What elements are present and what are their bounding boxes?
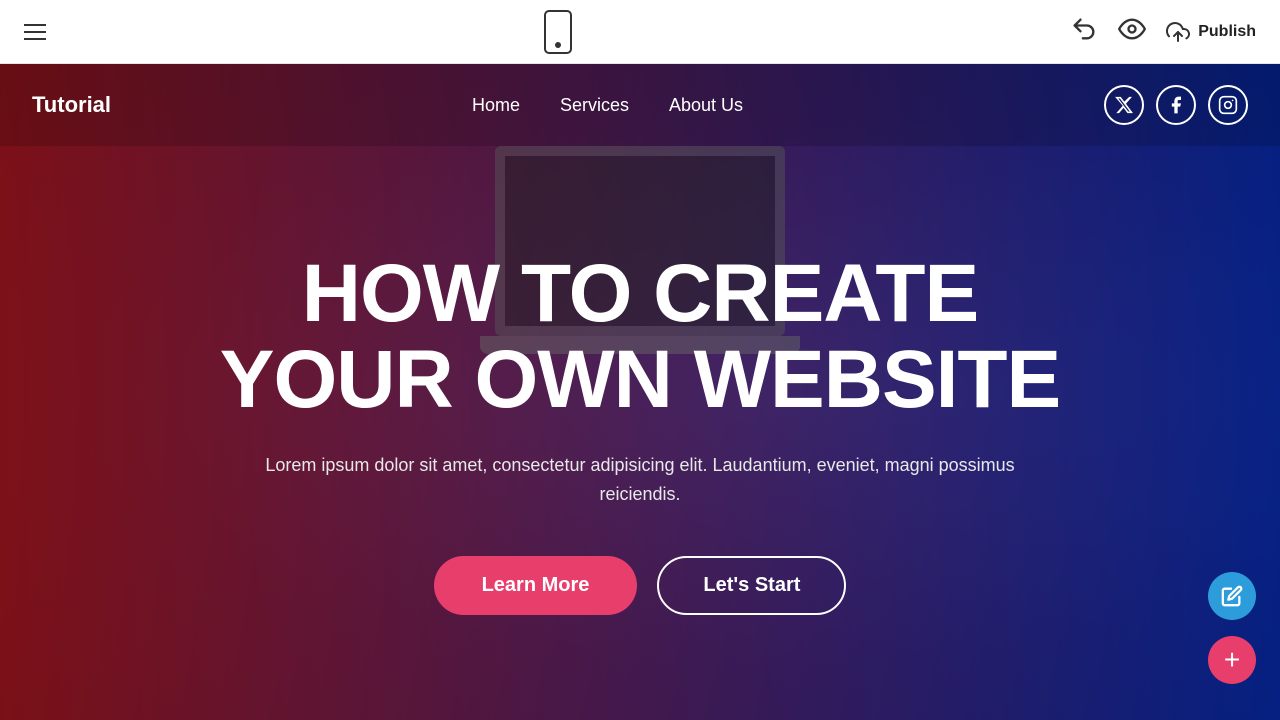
instagram-icon[interactable]	[1208, 85, 1248, 125]
publish-label: Publish	[1198, 23, 1256, 41]
hero-content: HOW TO CREATE YOUR OWN WEBSITE Lorem ips…	[0, 64, 1280, 720]
hero-title-line1: HOW TO CREATE	[302, 248, 978, 339]
hamburger-menu-icon[interactable]	[24, 24, 46, 40]
toolbar-right: Publish	[1070, 15, 1256, 48]
twitter-icon[interactable]	[1104, 85, 1144, 125]
hero-subtitle: Lorem ipsum dolor sit amet, consectetur …	[240, 451, 1040, 509]
add-fab-button[interactable]: +	[1208, 636, 1256, 684]
learn-more-button[interactable]: Learn More	[434, 556, 638, 615]
publish-button[interactable]: Publish	[1166, 20, 1256, 44]
hero-title: HOW TO CREATE YOUR OWN WEBSITE	[220, 251, 1060, 423]
hero-buttons: Learn More Let's Start	[434, 556, 847, 615]
plus-icon: +	[1224, 644, 1240, 676]
toolbar-left	[24, 24, 46, 40]
undo-icon[interactable]	[1070, 15, 1098, 48]
facebook-icon[interactable]	[1156, 85, 1196, 125]
eye-icon[interactable]	[1118, 15, 1146, 48]
lets-start-button[interactable]: Let's Start	[657, 556, 846, 615]
toolbar: Publish	[0, 0, 1280, 64]
nav-link-about[interactable]: About Us	[669, 95, 743, 116]
nav-link-services[interactable]: Services	[560, 95, 629, 116]
website-preview: Tutorial Home Services About Us	[0, 64, 1280, 720]
site-nav-links: Home Services About Us	[472, 95, 743, 116]
mobile-view-icon[interactable]	[544, 10, 572, 54]
edit-fab-button[interactable]	[1208, 572, 1256, 620]
toolbar-center	[544, 10, 572, 54]
hero-title-line2: YOUR OWN WEBSITE	[220, 334, 1060, 425]
site-navbar: Tutorial Home Services About Us	[0, 64, 1280, 146]
site-logo: Tutorial	[32, 92, 111, 118]
site-social-icons	[1104, 85, 1248, 125]
nav-link-home[interactable]: Home	[472, 95, 520, 116]
